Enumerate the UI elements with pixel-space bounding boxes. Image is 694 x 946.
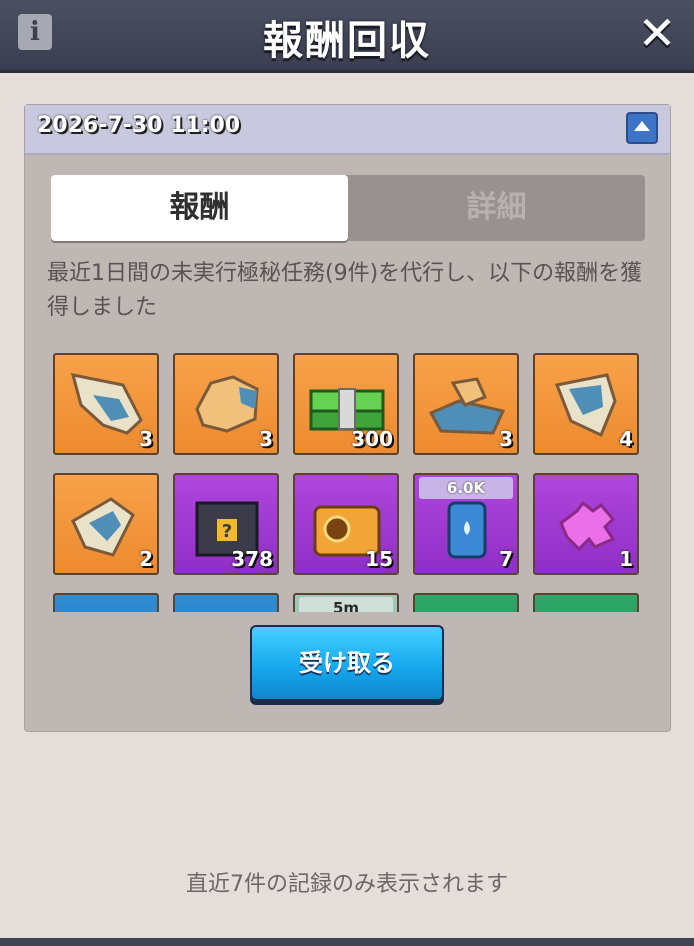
map-fragment-icon: [554, 373, 617, 438]
reward-item[interactable]: [533, 593, 639, 612]
page-title: 報酬回収: [263, 18, 431, 64]
reward-item[interactable]: 3: [413, 353, 519, 455]
map-fragment-icon: [195, 375, 259, 433]
map-fragment-icon: [70, 373, 143, 435]
water-barrel-icon: [447, 501, 487, 559]
reward-item[interactable]: 1: [533, 473, 639, 575]
reward-item[interactable]: 6.0K 7: [413, 473, 519, 575]
chevron-up-icon[interactable]: [626, 112, 658, 144]
reward-grid[interactable]: 3 3 300 3 4 2 ? 378 15 6.0K 7 1 5m: [25, 350, 670, 612]
tab-bar: 報酬 詳細: [51, 175, 645, 241]
puzzle-piece-icon: [559, 500, 616, 552]
reward-item[interactable]: [413, 593, 519, 612]
reward-item[interactable]: 15: [293, 473, 399, 575]
reward-item[interactable]: 4: [533, 353, 639, 455]
tab-details[interactable]: 詳細: [348, 175, 645, 241]
reward-quantity: 378: [231, 547, 273, 571]
map-fragment-icon: [428, 377, 506, 435]
reward-quantity: 3: [139, 427, 153, 451]
reward-badge: 5m: [299, 597, 393, 612]
reward-item[interactable]: [173, 593, 279, 612]
reward-quantity: 300: [351, 427, 393, 451]
reward-item[interactable]: 2: [53, 473, 159, 575]
reward-item[interactable]: 5m: [293, 593, 399, 612]
reward-item[interactable]: 3: [173, 353, 279, 455]
header-bar: i 報酬回収 ✕: [0, 0, 694, 70]
reward-quantity: 2: [139, 547, 153, 571]
reward-quantity: 4: [619, 427, 633, 451]
map-fragment-icon: [71, 497, 135, 557]
reward-item[interactable]: 3: [53, 353, 159, 455]
record-header[interactable]: 2026-7-30 11:00: [25, 105, 670, 155]
reward-quantity: 1: [619, 547, 633, 571]
record-card: 2026-7-30 11:00 報酬 詳細 最近1日間の未実行極秘任務(9件)を…: [24, 104, 671, 732]
reward-quantity: 3: [499, 427, 513, 451]
bottom-border: [0, 938, 694, 946]
reward-quantity: 15: [365, 547, 393, 571]
close-icon[interactable]: ✕: [636, 10, 678, 56]
reward-item[interactable]: ? 378: [173, 473, 279, 575]
tab-rewards[interactable]: 報酬: [51, 175, 348, 241]
record-date: 2026-7-30 11:00: [37, 113, 241, 138]
reward-description: 最近1日間の未実行極秘任務(9件)を代行し、以下の報酬を獲得しました: [47, 261, 643, 320]
reward-quantity: 3: [259, 427, 273, 451]
svg-text:?: ?: [222, 521, 232, 542]
reward-item[interactable]: 300: [293, 353, 399, 455]
reward-quantity: 7: [499, 547, 513, 571]
footer-note: 直近7件の記録のみ表示されます: [186, 872, 508, 897]
claim-button[interactable]: 受け取る: [250, 625, 444, 701]
reward-item[interactable]: [53, 593, 159, 612]
